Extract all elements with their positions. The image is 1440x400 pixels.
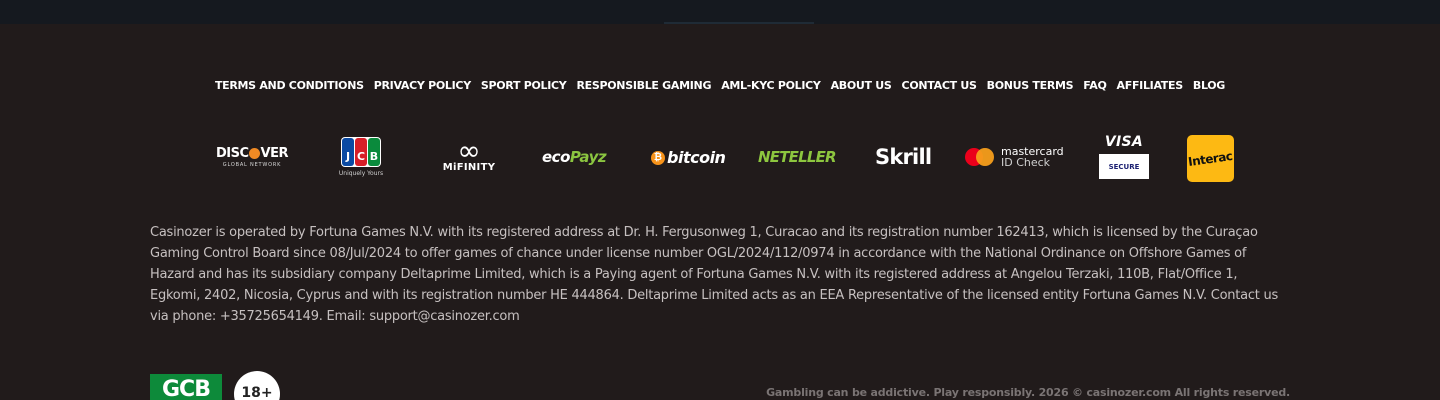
visa-secure-box: SECURE — [1099, 154, 1149, 179]
ecopayz-eco: eco — [542, 148, 570, 166]
neteller-logo: NETELLER — [758, 148, 837, 166]
link-contact-us[interactable]: CONTACT US — [902, 79, 977, 92]
gcb-badge[interactable]: GCB — [150, 374, 222, 400]
link-sport-policy[interactable]: SPORT POLICY — [481, 79, 567, 92]
age-restriction-badge: 18+ — [234, 371, 280, 400]
copyright-notice: Gambling can be addictive. Play responsi… — [766, 386, 1290, 399]
link-terms-and-conditions[interactable]: TERMS AND CONDITIONS — [215, 79, 364, 92]
jcb-c: C — [355, 138, 367, 166]
ecopayz-logo: ecoPayz — [542, 148, 607, 166]
legal-disclaimer: Casinozer is operated by Fortuna Games N… — [150, 225, 1278, 324]
bitcoin-logo: ₿ bitcoin — [651, 148, 726, 167]
bitcoin-icon: ₿ — [651, 150, 665, 165]
discover-name-b: VER — [260, 146, 289, 161]
discover-orange-dot — [249, 148, 261, 159]
footer-links: TERMS AND CONDITIONS PRIVACY POLICY SPOR… — [0, 79, 1440, 92]
mastercard-circles-icon — [965, 147, 995, 167]
link-about-us[interactable]: ABOUT US — [831, 79, 892, 92]
ecopayz-payz: Payz — [569, 148, 607, 166]
discover-name-a: DISC — [216, 146, 249, 161]
skrill-logo: Skrill — [875, 145, 932, 169]
jcb-card: J C B — [341, 137, 381, 167]
visa-name: VISA — [1104, 134, 1144, 150]
interac-logo: Interac — [1187, 135, 1234, 182]
discover-subtitle: GLOBAL NETWORK — [222, 162, 282, 168]
mastercard-id-check-logo: mastercard ID Check — [965, 146, 1064, 168]
payment-methods: DISC VER GLOBAL NETWORK J C B Uniquely Yo… — [0, 132, 1440, 184]
jcb-logo: J C B Uniquely Yours — [334, 137, 388, 177]
interac-name: Interac — [1187, 148, 1234, 169]
discover-logo: DISC VER GLOBAL NETWORK — [212, 146, 292, 168]
link-aml-kyc-policy[interactable]: AML-KYC POLICY — [721, 79, 821, 92]
link-bonus-terms[interactable]: BONUS TERMS — [987, 79, 1074, 92]
header-strip-glow — [664, 22, 814, 24]
infinity-icon: ∞ — [457, 134, 481, 167]
link-affiliates[interactable]: AFFILIATES — [1117, 79, 1184, 92]
link-faq[interactable]: FAQ — [1083, 79, 1107, 92]
link-responsible-gaming[interactable]: RESPONSIBLE GAMING — [576, 79, 711, 92]
mifinity-name: MiFINITY — [442, 162, 496, 173]
jcb-b: B — [368, 138, 380, 166]
header-strip — [0, 0, 1440, 24]
link-privacy-policy[interactable]: PRIVACY POLICY — [374, 79, 471, 92]
jcb-subtitle: Uniquely Yours — [338, 170, 384, 177]
bitcoin-name: bitcoin — [667, 148, 726, 167]
mifinity-logo: ∞ MiFINITY — [440, 134, 498, 174]
mastercard-line2: ID Check — [1001, 156, 1051, 169]
link-blog[interactable]: BLOG — [1193, 79, 1225, 92]
visa-secure-logo: VISA SECURE — [1098, 134, 1150, 179]
jcb-j: J — [342, 138, 354, 166]
